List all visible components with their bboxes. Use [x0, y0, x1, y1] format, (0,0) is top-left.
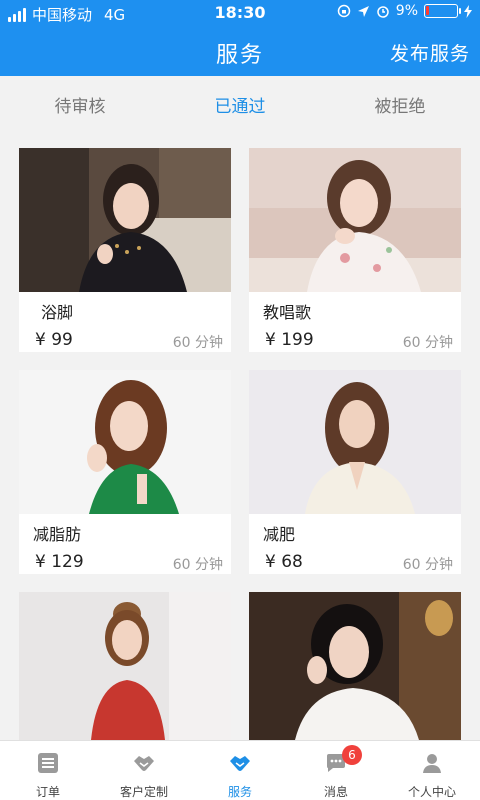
service-duration: 60 分钟: [402, 557, 453, 573]
service-photo: [249, 592, 461, 740]
service-photo: [19, 148, 231, 292]
publish-service-button[interactable]: 发布服务: [390, 39, 470, 66]
service-title: 浴脚: [41, 303, 74, 322]
person-icon: [423, 754, 441, 773]
service-title: 减肥: [263, 525, 296, 544]
status-bar: 中国移动 4G 18:30 9%: [0, 0, 480, 26]
tab-approved[interactable]: 已通过: [180, 92, 300, 117]
charging-icon: [464, 4, 472, 18]
service-card[interactable]: 浴脚 ¥ 99 60 分钟: [19, 148, 231, 352]
service-duration: 60 分钟: [402, 335, 453, 351]
status-tabs: 待审核 已通过 被拒绝: [0, 76, 480, 132]
service-title: 教唱歌: [263, 303, 312, 322]
service-photo: [249, 148, 461, 292]
service-price: ¥ 199: [265, 330, 314, 350]
nav-label: 消息: [323, 785, 348, 799]
service-card[interactable]: 减肥 ¥ 68 60 分钟: [249, 370, 461, 574]
lock-rotation-icon: [337, 4, 351, 18]
handshake-icon: [134, 756, 154, 771]
order-icon: [38, 753, 58, 773]
tab-pending[interactable]: 待审核: [20, 92, 140, 117]
service-title: 减脂肪: [33, 525, 82, 544]
nav-item-orders[interactable]: 订单: [0, 741, 96, 800]
nav-item-custom[interactable]: 客户定制: [96, 741, 192, 800]
service-duration: 60 分钟: [172, 335, 223, 351]
unread-badge: 6: [342, 745, 362, 765]
nav-label: 客户定制: [119, 785, 168, 799]
nav-label: 订单: [35, 785, 60, 799]
service-duration: 60 分钟: [172, 557, 223, 573]
service-price: ¥ 129: [35, 552, 84, 572]
nav-item-messages[interactable]: 6 消息: [288, 741, 384, 800]
location-arrow-icon: [357, 5, 369, 17]
nav-item-profile[interactable]: 个人中心: [384, 741, 480, 800]
service-price: ¥ 68: [265, 552, 303, 572]
nav-item-service[interactable]: 服务: [192, 741, 288, 800]
alarm-icon: [377, 6, 389, 18]
handshake-icon: [230, 756, 250, 771]
top-bar: 中国移动 4G 18:30 9% 服务 发布服务: [0, 0, 480, 76]
service-card[interactable]: 教唱歌 ¥ 199 60 分钟: [249, 148, 461, 352]
tab-rejected[interactable]: 被拒绝: [340, 92, 460, 117]
battery-icon: [424, 4, 461, 18]
service-card[interactable]: [249, 592, 461, 740]
nav-label: 个人中心: [407, 785, 456, 799]
service-card[interactable]: [19, 592, 231, 740]
service-photo: [19, 592, 231, 740]
service-card[interactable]: 减脂肪 ¥ 129 60 分钟: [19, 370, 231, 574]
service-price: ¥ 99: [35, 330, 73, 350]
service-photo: [249, 370, 461, 514]
nav-label: 服务: [227, 785, 252, 799]
service-photo: [19, 370, 231, 514]
bottom-nav: 订单 客户定制 服务 6 消息 个人中心: [0, 740, 480, 800]
battery-percent: 9%: [395, 3, 418, 19]
